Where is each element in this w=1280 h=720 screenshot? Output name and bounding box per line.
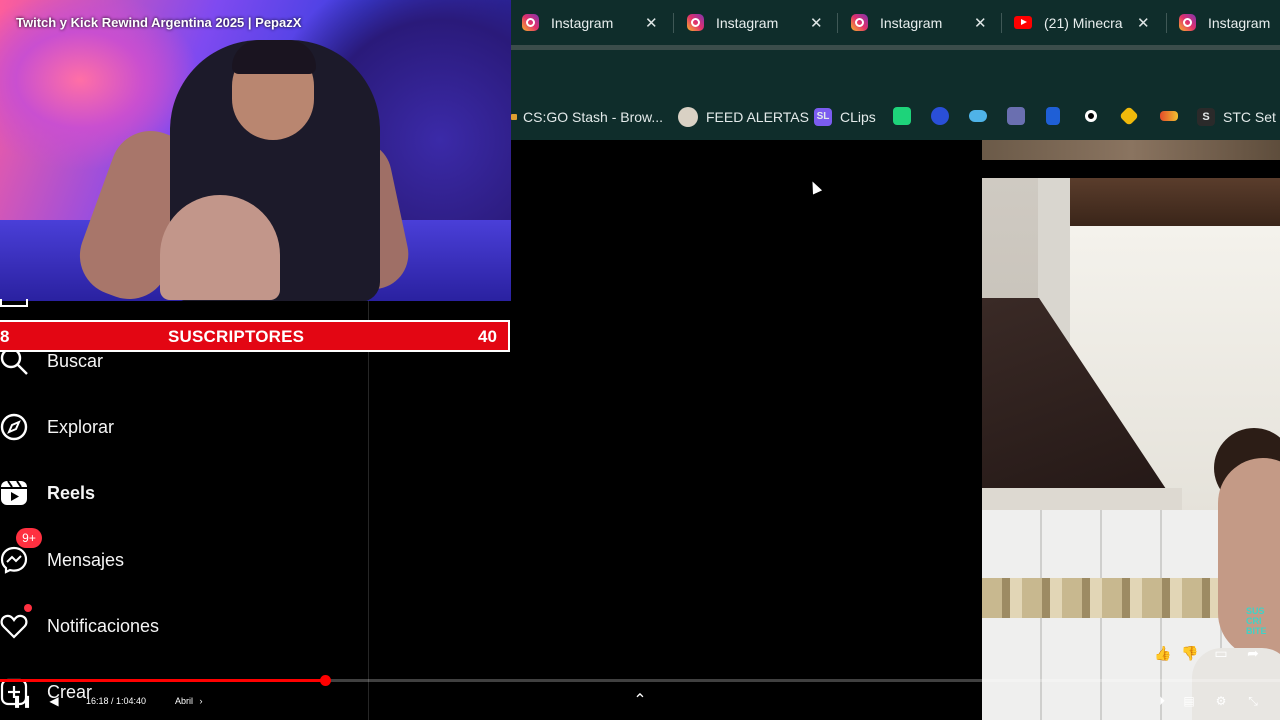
progress-scrubber[interactable] (319, 675, 331, 686)
circle-icon[interactable] (1085, 110, 1097, 122)
settings-gear-icon[interactable]: ⚙ (1213, 693, 1229, 709)
tab-instagram-3[interactable]: Instagram ✕ (851, 0, 987, 45)
sidebar-item-label: Explorar (47, 416, 115, 437)
tab-divider (1001, 13, 1002, 33)
heart-icon (0, 614, 28, 639)
anchor-icon[interactable] (931, 107, 949, 125)
close-icon[interactable]: ✕ (974, 14, 987, 32)
pause-icon[interactable]: ❚❚ (12, 693, 32, 709)
youtube-icon (1014, 16, 1032, 29)
tab-instagram-2[interactable]: Instagram ✕ (687, 0, 823, 45)
tab-label: Instagram (880, 14, 943, 31)
subscriber-goal-bar: 8 SUSCRIPTORES 40 (0, 320, 510, 352)
autoplay-toggle-icon[interactable]: ⏵ (1154, 693, 1170, 709)
tab-instagram-4[interactable]: Instagram (1179, 0, 1270, 45)
chevron-up-icon[interactable]: ⌃ (632, 693, 648, 709)
messenger-icon (0, 546, 28, 574)
subtitles-icon[interactable]: ▤ (1181, 693, 1197, 709)
tab-divider (1166, 13, 1167, 33)
tab-divider (673, 13, 674, 33)
tab-label: Instagram (716, 14, 779, 31)
close-icon[interactable]: ✕ (810, 14, 823, 32)
share-icon[interactable]: ➦ (1244, 645, 1262, 663)
instagram-icon (1179, 14, 1196, 31)
sidebar-item-label: Mensajes (47, 549, 125, 570)
close-icon[interactable]: ✕ (645, 14, 658, 32)
bookmark-app-icon[interactable] (1160, 111, 1178, 121)
address-bar[interactable] (511, 50, 1280, 93)
sidebar-item-label: Reels (47, 482, 96, 503)
subscriber-label: SUSCRIPTORES (168, 327, 305, 346)
cloud-icon[interactable] (969, 110, 987, 122)
sl-icon: SL (814, 107, 832, 126)
instagram-nav-icon[interactable] (0, 299, 28, 307)
chapter-button[interactable]: Abril › (175, 696, 203, 706)
compass-icon (0, 413, 28, 441)
video-progress-fill (0, 679, 325, 682)
bookmark-favicon-icon (511, 113, 517, 120)
message-count-badge: 9+ (16, 528, 42, 548)
bookmark-stc-set[interactable]: S STC Set P (1197, 93, 1280, 140)
bookmark-clips[interactable]: SL CLips (814, 93, 876, 140)
chevron-right-icon: › (199, 696, 203, 706)
close-icon[interactable]: ✕ (1137, 14, 1150, 32)
paypal-icon[interactable] (1046, 107, 1060, 125)
tab-instagram-1[interactable]: Instagram ✕ (522, 0, 658, 45)
bookmark-csgo-stash[interactable]: CS:GO Stash - Brow... (511, 93, 663, 140)
subscriber-count-left: 8 (0, 327, 10, 346)
sidebar-item-label: Notificaciones (47, 615, 160, 636)
tab-label: (21) Minecra (1044, 14, 1123, 31)
bookmark-label: FEED ALERTAS (706, 108, 809, 125)
instagram-icon (687, 14, 704, 31)
chapter-label: Abril (175, 696, 194, 706)
tab-divider (837, 13, 838, 33)
instagram-icon (522, 14, 539, 31)
chat-app-icon[interactable] (893, 107, 911, 125)
dislike-icon[interactable]: 👎 (1181, 645, 1199, 663)
instagram-icon (851, 14, 868, 31)
subscribe-watermark: SUS CRI BITE (1246, 606, 1267, 636)
video-time: 16:18 / 1:04:40 (86, 696, 147, 706)
bookmark-label: STC Set P (1223, 108, 1280, 125)
exit-fullscreen-icon[interactable]: ⤡ (1245, 693, 1261, 709)
tab-youtube[interactable]: (21) Minecra ✕ (1014, 0, 1150, 45)
video-title: Twitch y Kick Rewind Argentina 2025 | Pe… (16, 15, 302, 30)
comment-icon[interactable]: ▭ (1212, 645, 1230, 663)
like-icon[interactable]: 👍 (1154, 645, 1172, 663)
sidebar-item-label: Buscar (47, 350, 104, 371)
subscriber-count-right: 40 (478, 327, 497, 346)
notification-dot (24, 604, 32, 612)
tab-label: Instagram (551, 14, 614, 31)
reel-video[interactable]: SUS CRI BITE (982, 178, 1280, 720)
previous-reel-thumbnail[interactable] (982, 140, 1280, 160)
bookmark-label: CLips (840, 108, 876, 125)
volume-icon[interactable]: ◀ (46, 693, 62, 709)
tab-label: Instagram (1208, 14, 1271, 31)
bookmark-feed-alertas[interactable]: FEED ALERTAS (678, 93, 809, 140)
bookmark-label: CS:GO Stash - Brow... (523, 108, 664, 125)
mouse-cursor-icon (807, 179, 823, 195)
reels-icon (1, 480, 27, 505)
stc-icon: S (1197, 107, 1215, 126)
discord-icon[interactable] (1007, 107, 1025, 125)
streamer-webcam (0, 0, 511, 301)
bookmark-favicon-icon (678, 106, 698, 127)
